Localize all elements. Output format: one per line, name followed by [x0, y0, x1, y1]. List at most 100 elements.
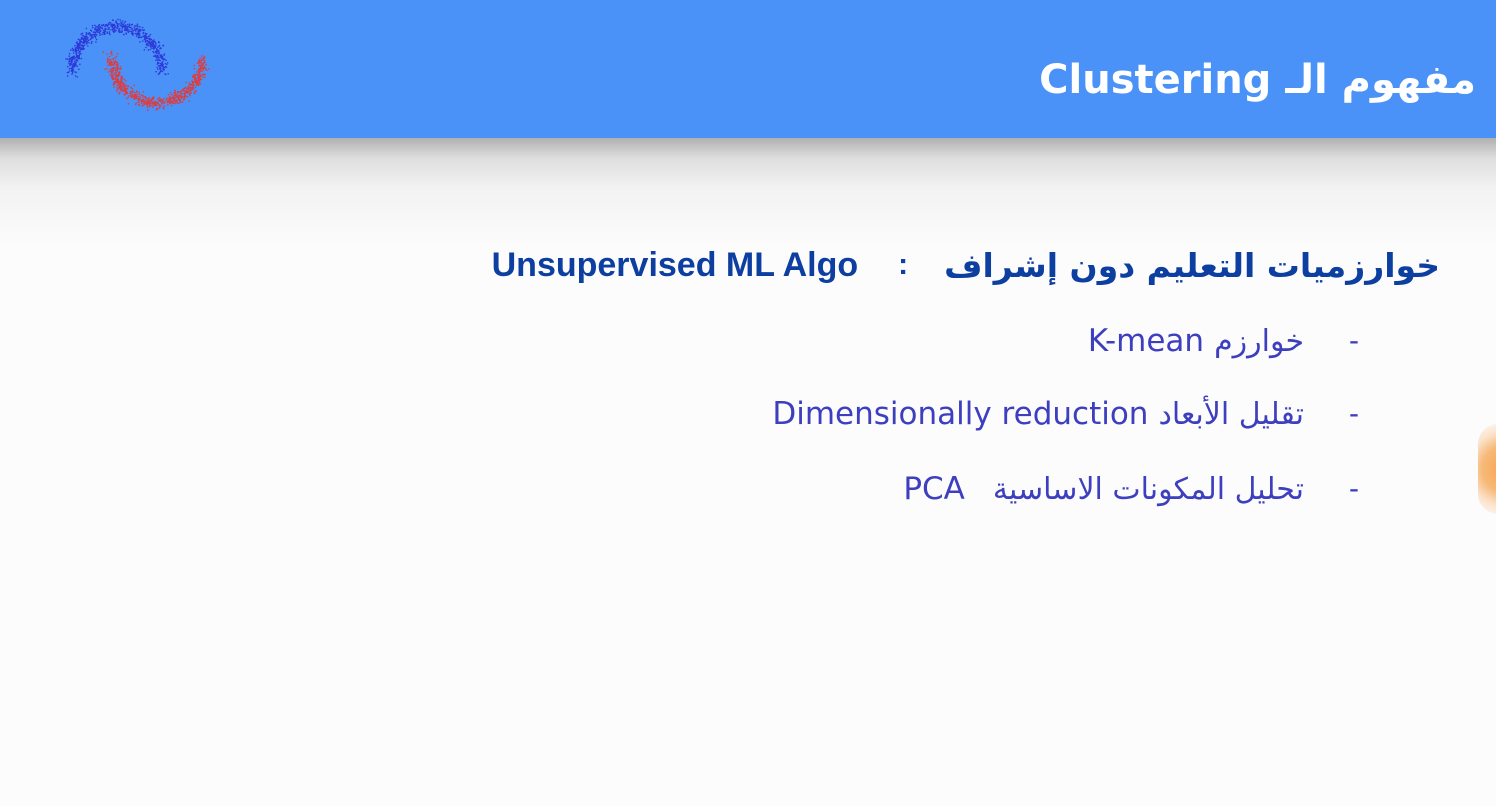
logo-dot	[160, 69, 162, 72]
logo-dot	[122, 84, 124, 87]
logo-dot	[159, 66, 161, 68]
logo-dot	[141, 99, 143, 102]
logo-dot	[165, 59, 167, 62]
logo-dot	[168, 100, 171, 102]
logo-dot	[93, 35, 96, 37]
logo-dot	[126, 26, 129, 28]
logo-dot	[143, 38, 146, 41]
logo-dot	[106, 67, 108, 70]
logo-dot	[193, 76, 196, 79]
logo-dot	[80, 47, 83, 50]
slide-title-english: Clustering	[1039, 57, 1272, 103]
logo-dot	[75, 48, 78, 51]
logo-dot	[159, 56, 161, 59]
logo-dot	[79, 46, 81, 49]
logo-dot	[161, 62, 163, 64]
logo-dot	[196, 77, 198, 79]
logo-dot	[153, 102, 156, 105]
logo-dot	[113, 74, 115, 76]
logo-dot	[111, 72, 113, 75]
logo-dot	[139, 99, 142, 101]
logo-dot	[154, 54, 157, 57]
logo-dot	[91, 35, 93, 37]
logo-dot	[131, 87, 134, 90]
logo-dot	[85, 27, 88, 30]
logo-dot	[76, 43, 79, 46]
logo-dot	[99, 34, 101, 36]
logo-dot	[202, 57, 205, 59]
logo-dot	[75, 71, 77, 74]
logo-dot	[115, 72, 117, 74]
logo-dot	[87, 33, 90, 35]
logo-dot	[131, 23, 134, 26]
logo-dot	[90, 42, 93, 45]
logo-dot	[120, 67, 122, 70]
logo-dot	[162, 45, 164, 47]
slide-edge-handle-icon[interactable]	[1478, 424, 1496, 514]
logo-dot	[195, 90, 197, 92]
logo-dot	[127, 29, 130, 31]
logo-dot	[171, 97, 174, 99]
logo-dot	[184, 86, 186, 89]
logo-dot	[138, 104, 140, 107]
logo-dot	[153, 55, 155, 57]
logo-dot	[113, 78, 115, 80]
logo-dot	[95, 41, 97, 43]
logo-dot	[87, 39, 90, 42]
logo-dot	[116, 87, 118, 89]
logo-dot	[144, 95, 147, 98]
logo-dot	[126, 92, 129, 95]
logo-dot	[125, 80, 127, 82]
logo-dot	[96, 26, 99, 28]
logo-dot	[142, 94, 144, 97]
bullet-dash: -	[1349, 324, 1359, 357]
logo-dot	[78, 68, 80, 71]
logo-dot	[97, 24, 100, 27]
logo-dot	[94, 37, 97, 39]
logo-dot	[149, 100, 152, 102]
logo-dot	[149, 33, 152, 36]
logo-dot	[102, 31, 104, 34]
logo-dot	[157, 59, 160, 61]
logo-dot	[108, 59, 111, 61]
section-heading-arabic: خوارزميات التعليم دون إشراف	[944, 245, 1440, 285]
logo-dot	[76, 60, 79, 62]
logo-dot	[157, 46, 159, 49]
logo-dot	[94, 31, 97, 34]
logo-dot	[72, 52, 75, 54]
bullet-arabic: تحليل المكونات الاساسية	[992, 471, 1304, 507]
logo-dot	[157, 68, 159, 70]
logo-dot	[143, 49, 146, 51]
logo-dot	[112, 23, 114, 26]
logo-dot	[116, 78, 119, 80]
logo-dot	[198, 69, 200, 72]
logo-dot	[74, 63, 76, 66]
logo-dot	[197, 84, 200, 87]
bullet-english: K-mean	[1087, 323, 1205, 359]
logo-dot	[187, 88, 190, 91]
logo-dot	[175, 100, 178, 103]
logo-dot	[186, 88, 188, 91]
logo-dot	[193, 92, 196, 95]
logo-dot	[79, 41, 81, 43]
logo-dot	[188, 93, 191, 95]
logo-dot	[66, 75, 69, 77]
logo-dot	[138, 91, 140, 94]
logo-dot	[123, 22, 126, 24]
logo-dot	[199, 67, 201, 70]
logo-dot	[203, 55, 206, 58]
logo-dot	[117, 73, 120, 76]
logo-dot	[85, 33, 88, 36]
logo-dot	[161, 57, 164, 60]
logo-dot	[131, 32, 133, 34]
logo-dot	[142, 29, 145, 32]
logo-dot	[90, 34, 92, 36]
logo-dot	[71, 73, 73, 75]
logo-dot	[167, 93, 170, 96]
logo-dot	[130, 86, 132, 89]
logo-dot	[139, 30, 141, 33]
logo-dot	[155, 70, 157, 73]
logo-dot	[122, 23, 125, 26]
logo-dot	[158, 45, 160, 47]
logo-dot	[155, 43, 157, 45]
